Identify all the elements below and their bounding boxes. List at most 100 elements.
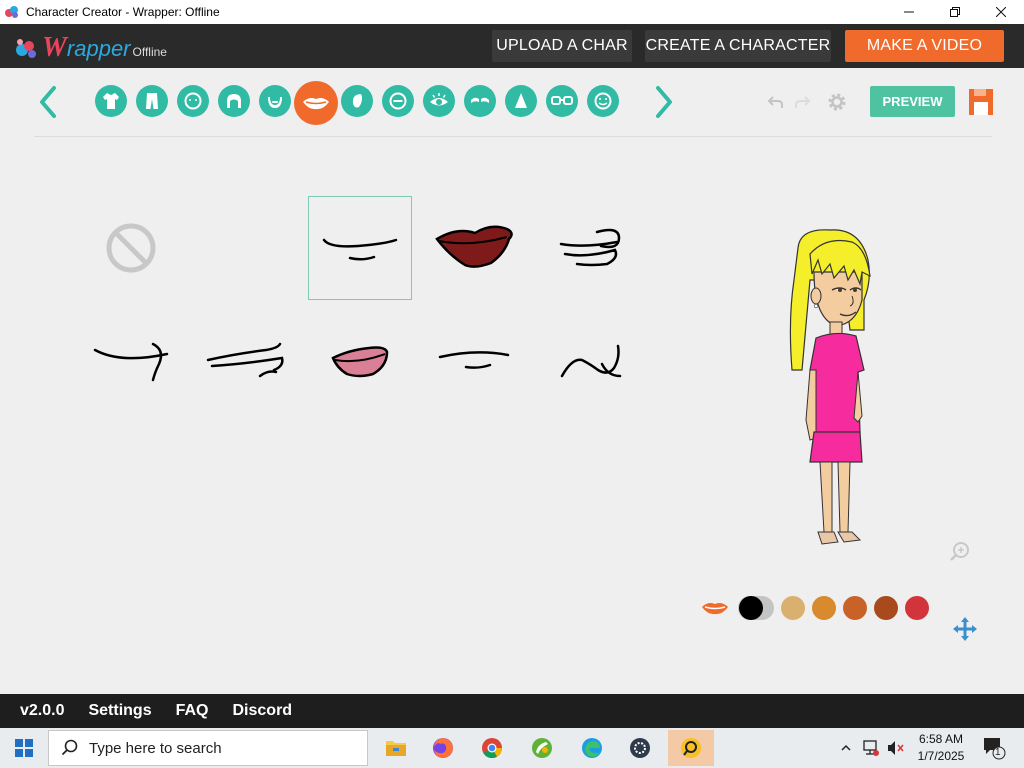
- face-shape-icon: [184, 92, 202, 110]
- windows-logo-icon: [15, 739, 33, 757]
- faq-link[interactable]: FAQ: [176, 702, 209, 720]
- character-preview: [760, 220, 910, 560]
- logo-offline: Offline: [132, 45, 167, 59]
- swatch-tan[interactable]: [781, 596, 805, 620]
- save-icon[interactable]: [968, 88, 994, 116]
- logo-rapper: rapper: [66, 36, 131, 61]
- close-icon: [996, 7, 1006, 17]
- discord-link[interactable]: Discord: [233, 702, 293, 720]
- minus-icon: [389, 92, 407, 110]
- mouth-option-hook-smile[interactable]: [79, 310, 183, 414]
- logo-bubbles-icon: [16, 39, 36, 58]
- eyebrow-icon: [471, 97, 489, 103]
- create-character-button[interactable]: CREATE A CHARACTER: [645, 30, 831, 62]
- thin-line-mouth-icon: [438, 351, 510, 369]
- redo-button[interactable]: [788, 88, 816, 116]
- network-icon[interactable]: [862, 739, 880, 757]
- mouth-option-none[interactable]: [79, 196, 183, 300]
- search-icon: [61, 739, 78, 756]
- mouth-option-side-smirk[interactable]: [540, 196, 644, 300]
- taskbar-search[interactable]: Type here to search: [48, 730, 368, 766]
- undo-button[interactable]: [762, 88, 790, 116]
- notification-count: 1: [995, 747, 1001, 758]
- category-toolbar: PREVIEW: [0, 68, 1024, 138]
- category-line[interactable]: [382, 85, 414, 117]
- app-footer: v2.0.0 Settings FAQ Discord: [0, 694, 1024, 728]
- windows-taskbar: Type here to search 6:58 AM 1/7/2025 1: [0, 728, 1024, 768]
- swatch-red[interactable]: [905, 596, 929, 620]
- wrapper-logo[interactable]: W rapper Offline: [14, 30, 167, 62]
- swatch-black[interactable]: [739, 596, 763, 620]
- swatch-orange-brown[interactable]: [843, 596, 867, 620]
- move-icon[interactable]: [952, 616, 978, 642]
- make-video-button[interactable]: MAKE A VIDEO: [845, 30, 1004, 62]
- category-face-details[interactable]: [587, 85, 619, 117]
- chevron-left-icon[interactable]: [36, 84, 60, 120]
- redo-icon: [795, 96, 811, 108]
- taskbar-wrapper-app[interactable]: [668, 730, 714, 766]
- taskbar-firefox[interactable]: [423, 730, 463, 766]
- category-eyes[interactable]: [423, 85, 455, 117]
- side-smirk-mouth-icon: [559, 228, 621, 267]
- mouth-option-curl[interactable]: [540, 310, 644, 414]
- category-shirt[interactable]: [95, 85, 127, 117]
- file-explorer-icon: [386, 741, 406, 756]
- taskbar-chrome[interactable]: [472, 730, 512, 766]
- swatch-ochre[interactable]: [812, 596, 836, 620]
- chevron-right-icon[interactable]: [652, 84, 676, 120]
- mouth-option-wide-line[interactable]: [194, 310, 298, 414]
- mouth-option-smile-line[interactable]: [308, 196, 412, 300]
- notification-icon: [984, 738, 1006, 760]
- category-glasses[interactable]: [546, 85, 578, 117]
- mouth-option-dark-red-lips[interactable]: [422, 196, 526, 300]
- category-mouth[interactable]: [294, 81, 338, 125]
- swatch-brown[interactable]: [874, 596, 898, 620]
- close-button[interactable]: [978, 0, 1024, 24]
- taskbar-clock[interactable]: 6:58 AM 1/7/2025: [908, 731, 974, 765]
- face-details-icon: [594, 92, 612, 110]
- category-beard[interactable]: [259, 85, 291, 117]
- upload-char-button[interactable]: UPLOAD A CHAR: [492, 30, 632, 62]
- chevron-up-icon[interactable]: [840, 742, 852, 754]
- category-ear[interactable]: [341, 85, 373, 117]
- start-button[interactable]: [0, 728, 48, 768]
- hook-smile-mouth-icon: [93, 342, 169, 382]
- volume-muted-icon[interactable]: [886, 739, 904, 757]
- dark-red-lips-icon: [435, 225, 513, 268]
- category-nose[interactable]: [505, 85, 537, 117]
- mouth-option-pink-lips[interactable]: [308, 310, 412, 414]
- eye-icon: [430, 93, 448, 106]
- firefox-icon: [433, 738, 453, 758]
- app-icon: [5, 6, 18, 18]
- clock-time: 6:58 AM: [918, 732, 964, 746]
- version-label: v2.0.0: [20, 702, 65, 719]
- undo-icon: [767, 96, 783, 108]
- category-pants[interactable]: [136, 85, 168, 117]
- restore-button[interactable]: [932, 0, 978, 24]
- category-hair[interactable]: [218, 85, 250, 117]
- category-face-shape[interactable]: [177, 85, 209, 117]
- lips-color-icon: [702, 603, 728, 615]
- settings-link[interactable]: Settings: [88, 702, 151, 720]
- ear-icon: [352, 94, 362, 108]
- minimize-button[interactable]: [886, 0, 932, 24]
- taskbar-file-explorer[interactable]: [376, 730, 416, 766]
- shirt-icon: [103, 93, 119, 109]
- restore-icon: [950, 7, 960, 17]
- settings-button[interactable]: [823, 88, 851, 116]
- preview-button[interactable]: PREVIEW: [870, 86, 955, 117]
- hair-icon: [227, 94, 241, 108]
- pink-lips-icon: [331, 346, 389, 378]
- beard-icon: [268, 97, 282, 108]
- notification-center-button[interactable]: 1: [980, 734, 1008, 762]
- glasses-icon: [551, 96, 573, 105]
- category-eyebrows[interactable]: [464, 85, 496, 117]
- mouth-option-thin-line[interactable]: [422, 310, 526, 414]
- taskbar-edge[interactable]: [572, 730, 612, 766]
- taskbar-settings-app[interactable]: [620, 730, 660, 766]
- zoom-in-icon[interactable]: [948, 540, 972, 564]
- logo-w: W: [42, 32, 67, 63]
- toolbar-divider: [34, 136, 992, 137]
- taskbar-gimp[interactable]: [522, 730, 562, 766]
- search-placeholder: Type here to search: [89, 739, 222, 757]
